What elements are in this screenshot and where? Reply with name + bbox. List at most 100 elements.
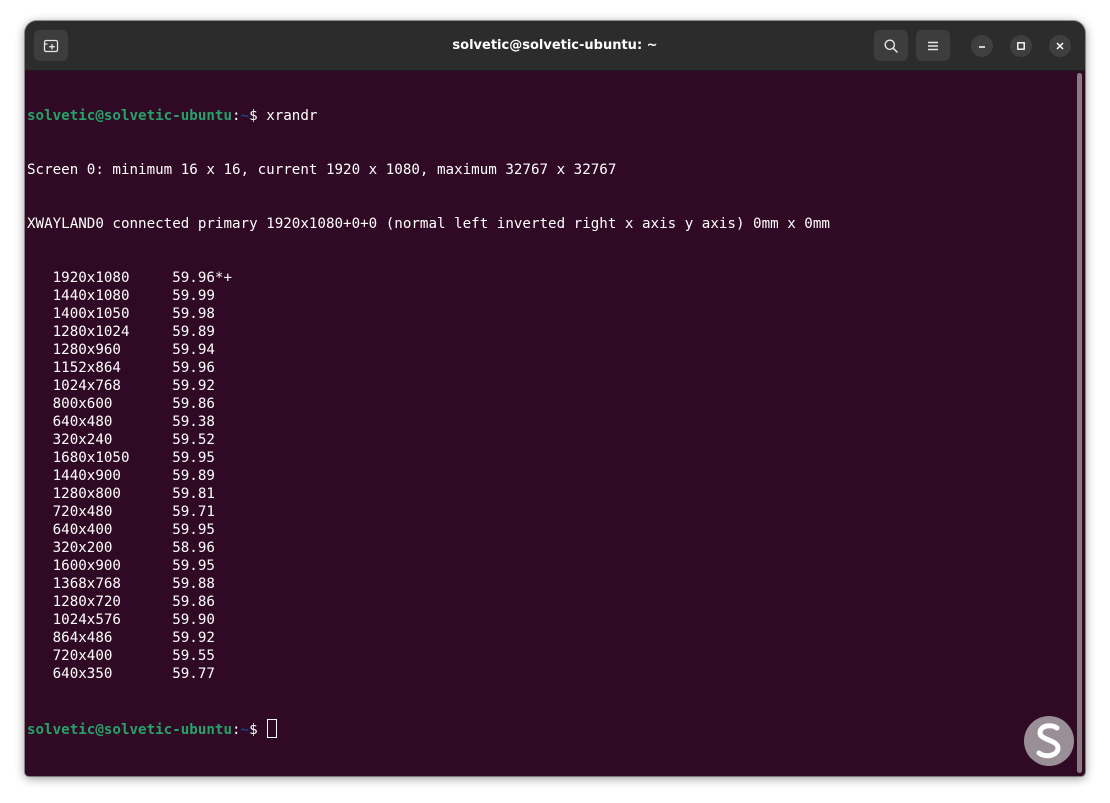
minimize-icon xyxy=(979,46,985,48)
mode-refresh-rate: 59.98 xyxy=(172,306,215,322)
mode-refresh-rate: 59.55 xyxy=(172,648,215,664)
prompt-user-host: solvetic@solvetic-ubuntu xyxy=(27,108,232,124)
new-tab-button[interactable] xyxy=(34,30,68,61)
mode-row: 1280x800 59.81 xyxy=(27,485,1071,503)
mode-row: 320x240 59.52 xyxy=(27,431,1071,449)
mode-row: 1368x768 59.88 xyxy=(27,575,1071,593)
mode-resolution: 720x400 xyxy=(52,648,113,664)
prompt-user-host: solvetic@solvetic-ubuntu xyxy=(27,722,232,738)
mode-row: 1280x960 59.94 xyxy=(27,341,1071,359)
mode-resolution: 320x240 xyxy=(52,432,113,448)
prompt-symbol: $ xyxy=(249,108,267,124)
mode-resolution: 1440x1080 xyxy=(52,288,130,304)
menu-button[interactable] xyxy=(916,30,950,61)
prompt-symbol: $ xyxy=(249,722,267,738)
mode-row: 1152x864 59.96 xyxy=(27,359,1071,377)
maximize-button[interactable] xyxy=(1010,35,1032,57)
vertical-scrollbar[interactable] xyxy=(1077,73,1082,773)
mode-row: 800x600 59.86 xyxy=(27,395,1071,413)
modes-list: 1920x1080 59.96*+ 1440x1080 59.99 1400x105… xyxy=(27,269,1071,683)
mode-refresh-rate: 59.77 xyxy=(172,666,215,682)
close-icon xyxy=(1056,42,1064,50)
mode-resolution: 1440x900 xyxy=(52,468,121,484)
search-icon xyxy=(884,39,898,53)
mode-resolution: 1600x900 xyxy=(52,558,121,574)
mode-resolution: 1280x960 xyxy=(52,342,121,358)
terminal-output[interactable]: solvetic@solvetic-ubuntu:~$ xrandr Scree… xyxy=(25,71,1071,776)
mode-refresh-rate: 59.96*+ xyxy=(172,270,232,286)
mode-row: 1024x576 59.90 xyxy=(27,611,1071,629)
mode-refresh-rate: 59.92 xyxy=(172,630,215,646)
mode-resolution: 800x600 xyxy=(52,396,113,412)
mode-refresh-rate: 59.99 xyxy=(172,288,215,304)
mode-row: 1400x1050 59.98 xyxy=(27,305,1071,323)
mode-resolution: 1680x1050 xyxy=(52,450,130,466)
close-button[interactable] xyxy=(1049,35,1071,57)
prompt-path: ~ xyxy=(240,108,250,124)
output-info-line: XWAYLAND0 connected primary 1920x1080+0+… xyxy=(27,216,830,232)
mode-resolution: 1400x1050 xyxy=(52,306,130,322)
mode-row: 640x480 59.38 xyxy=(27,413,1071,431)
mode-refresh-rate: 59.38 xyxy=(172,414,215,430)
mode-resolution: 1368x768 xyxy=(52,576,121,592)
command-line: solvetic@solvetic-ubuntu:~$ xrandr xyxy=(27,107,1071,125)
screen-info-line: Screen 0: minimum 16 x 16, current 1920 … xyxy=(27,162,617,178)
mode-row: 1280x720 59.86 xyxy=(27,593,1071,611)
mode-refresh-rate: 59.90 xyxy=(172,612,215,628)
mode-row: 320x200 58.96 xyxy=(27,539,1071,557)
mode-refresh-rate: 59.92 xyxy=(172,378,215,394)
title-bar[interactable]: solvetic@solvetic-ubuntu: ~ xyxy=(25,21,1085,71)
prompt-colon: : xyxy=(232,722,241,738)
mode-refresh-rate: 59.52 xyxy=(172,432,215,448)
mode-row: 1440x1080 59.99 xyxy=(27,287,1071,305)
mode-resolution: 1280x720 xyxy=(52,594,121,610)
maximize-icon xyxy=(1017,42,1025,50)
mode-row: 864x486 59.92 xyxy=(27,629,1071,647)
text-cursor xyxy=(267,719,278,738)
mode-refresh-rate: 59.96 xyxy=(172,360,215,376)
mode-refresh-rate: 58.96 xyxy=(172,540,215,556)
mode-row: 1280x1024 59.89 xyxy=(27,323,1071,341)
prompt-path: ~ xyxy=(240,722,250,738)
mode-row: 1440x900 59.89 xyxy=(27,467,1071,485)
mode-row: 720x400 59.55 xyxy=(27,647,1071,665)
mode-row: 1600x900 59.95 xyxy=(27,557,1071,575)
active-prompt-line[interactable]: solvetic@solvetic-ubuntu:~$ xyxy=(27,719,1071,738)
mode-refresh-rate: 59.81 xyxy=(172,486,215,502)
mode-resolution: 320x200 xyxy=(52,540,113,556)
terminal-window: solvetic@solvetic-ubuntu: ~ solvetic@sol… xyxy=(25,21,1085,776)
mode-refresh-rate: 59.86 xyxy=(172,396,215,412)
mode-row: 1920x1080 59.96*+ xyxy=(27,269,1071,287)
mode-row: 640x400 59.95 xyxy=(27,521,1071,539)
mode-resolution: 1024x768 xyxy=(52,378,121,394)
mode-resolution: 640x480 xyxy=(52,414,113,430)
prompt-colon: : xyxy=(232,108,241,124)
new-tab-icon xyxy=(43,39,59,52)
mode-row: 720x480 59.71 xyxy=(27,503,1071,521)
mode-refresh-rate: 59.95 xyxy=(172,522,215,538)
mode-resolution: 1280x800 xyxy=(52,486,121,502)
watermark xyxy=(1024,716,1074,766)
mode-resolution: 864x486 xyxy=(52,630,113,646)
mode-resolution: 1920x1080 xyxy=(52,270,130,286)
mode-refresh-rate: 59.71 xyxy=(172,504,215,520)
command-text: xrandr xyxy=(266,108,318,124)
minimize-button[interactable] xyxy=(971,35,993,57)
mode-row: 1680x1050 59.95 xyxy=(27,449,1071,467)
mode-refresh-rate: 59.88 xyxy=(172,576,215,592)
mode-row: 1024x768 59.92 xyxy=(27,377,1071,395)
mode-resolution: 640x350 xyxy=(52,666,113,682)
solvetic-logo-icon xyxy=(1036,723,1061,759)
mode-refresh-rate: 59.95 xyxy=(172,558,215,574)
mode-refresh-rate: 59.89 xyxy=(172,468,215,484)
mode-resolution: 720x480 xyxy=(52,504,113,520)
mode-resolution: 1152x864 xyxy=(52,360,121,376)
mode-resolution: 1024x576 xyxy=(52,612,121,628)
mode-refresh-rate: 59.86 xyxy=(172,594,215,610)
mode-resolution: 640x400 xyxy=(52,522,113,538)
mode-refresh-rate: 59.94 xyxy=(172,342,215,358)
mode-refresh-rate: 59.95 xyxy=(172,450,215,466)
mode-row: 640x350 59.77 xyxy=(27,665,1071,683)
mode-refresh-rate: 59.89 xyxy=(172,324,215,340)
search-button[interactable] xyxy=(874,30,908,61)
